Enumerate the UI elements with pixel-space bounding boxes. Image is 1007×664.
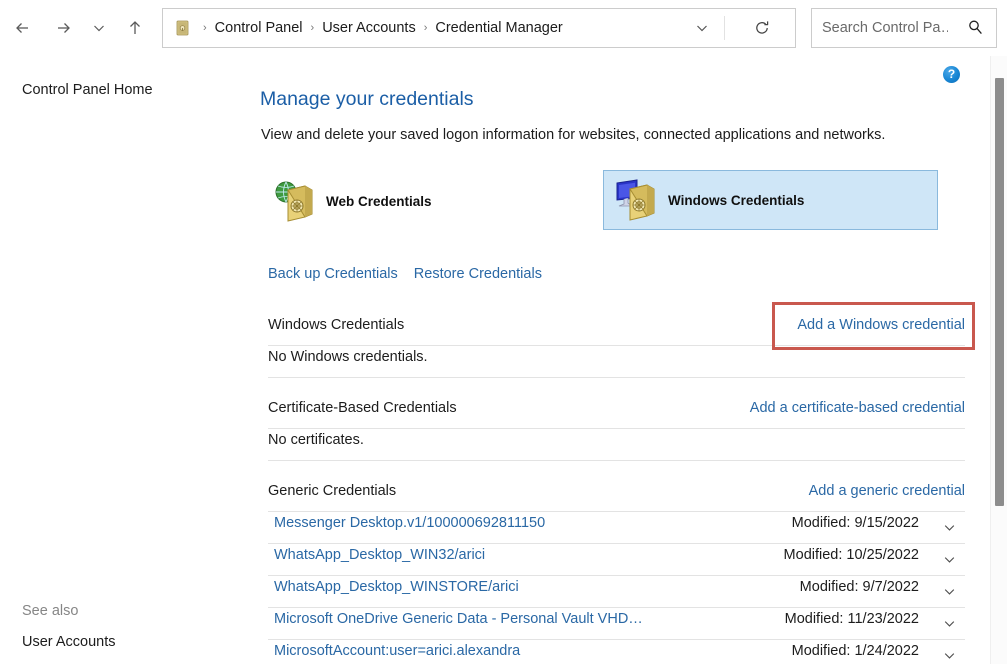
window-toolbar: › Control Panel › User Accounts › Creden… <box>0 0 1007 56</box>
section-windows-credentials-header: Windows Credentials Add a Windows creden… <box>268 317 965 346</box>
search-icon[interactable] <box>967 19 984 41</box>
restore-credentials-link[interactable]: Restore Credentials <box>414 266 542 282</box>
credential-modified: Modified: 10/25/2022 <box>784 547 919 563</box>
credential-modified-date: 11/23/2022 <box>848 611 920 627</box>
breadcrumb-separator: › <box>198 22 212 34</box>
chevron-down-icon[interactable] <box>939 581 959 601</box>
chevron-down-icon[interactable] <box>939 549 959 569</box>
credential-modified-date: 10/25/2022 <box>846 547 919 563</box>
refresh-button[interactable] <box>743 9 781 47</box>
add-a-windows-credential-link[interactable]: Add a Windows credential <box>797 317 965 333</box>
credential-modified: Modified: 9/7/2022 <box>800 579 919 595</box>
tab-web-credentials[interactable]: Web Credentials <box>262 171 552 231</box>
recent-locations-button[interactable] <box>86 11 112 45</box>
up-one-level-button[interactable] <box>118 11 152 45</box>
breadcrumb-separator: › <box>306 22 320 34</box>
sidebar-item-control-panel-home[interactable]: Control Panel Home <box>22 82 153 98</box>
search-input[interactable] <box>822 16 948 40</box>
refresh-icon <box>753 19 771 37</box>
credential-modified: Modified: 1/24/2022 <box>792 643 919 659</box>
forward-button[interactable] <box>46 11 80 45</box>
sidebar-item-user-accounts[interactable]: User Accounts <box>22 634 116 650</box>
credential-modified: Modified: 9/15/2022 <box>792 515 919 531</box>
breadcrumb-item-user-accounts[interactable]: User Accounts <box>319 18 419 38</box>
arrow-right-icon <box>53 18 73 38</box>
credential-name[interactable]: WhatsApp_Desktop_WINSTORE/arici <box>274 579 519 595</box>
credential-name[interactable]: WhatsApp_Desktop_WIN32/arici <box>274 547 485 563</box>
sidebar-see-also-heading: See also <box>22 603 78 619</box>
section-divider <box>268 345 965 346</box>
tab-web-credentials-label: Web Credentials <box>326 194 432 209</box>
tab-windows-credentials[interactable]: Windows Credentials <box>603 170 938 230</box>
credential-modified-label: Modified: <box>784 547 843 563</box>
section-title-certificate-based-credentials: Certificate-Based Credentials <box>268 400 457 416</box>
add-a-generic-credential-link[interactable]: Add a generic credential <box>809 483 965 499</box>
monitor-vault-icon <box>614 177 662 223</box>
back-button[interactable] <box>6 11 40 45</box>
credential-modified-label: Modified: <box>792 515 851 531</box>
address-dropdown-button[interactable] <box>685 9 719 47</box>
section-divider <box>268 460 965 461</box>
section-divider <box>268 377 965 378</box>
section-certificate-based-credentials-header: Certificate-Based Credentials Add a cert… <box>268 400 965 429</box>
scrollbar-thumb[interactable] <box>995 78 1004 506</box>
credential-modified-date: 9/15/2022 <box>854 515 919 531</box>
breadcrumb: › Control Panel › User Accounts › Creden… <box>198 18 566 38</box>
main-content: ? Manage your credentials View and delet… <box>240 56 985 664</box>
back-up-credentials-link[interactable]: Back up Credentials <box>268 266 398 282</box>
chevron-down-icon <box>92 21 106 35</box>
section-title-generic-credentials: Generic Credentials <box>268 483 396 499</box>
credential-modified: Modified: 11/23/2022 <box>785 611 919 627</box>
sidebar: Control Panel Home See also User Account… <box>0 56 240 664</box>
address-bar[interactable]: › Control Panel › User Accounts › Creden… <box>162 8 796 48</box>
section-title-windows-credentials: Windows Credentials <box>268 317 404 333</box>
table-row[interactable]: Messenger Desktop.v1/100000692811150 Mod… <box>268 511 965 543</box>
windows-credentials-empty-text: No Windows credentials. <box>268 349 428 365</box>
search-box[interactable] <box>811 8 997 48</box>
credential-modified-label: Modified: <box>800 579 859 595</box>
credential-name[interactable]: MicrosoftAccount:user=arici.alexandra <box>274 643 520 659</box>
breadcrumb-item-credential-manager[interactable]: Credential Manager <box>432 18 565 38</box>
arrow-left-icon <box>13 18 33 38</box>
chevron-down-icon[interactable] <box>939 645 959 664</box>
help-icon[interactable]: ? <box>943 66 960 83</box>
chevron-down-icon[interactable] <box>939 613 959 633</box>
section-generic-credentials-header: Generic Credentials Add a generic creden… <box>268 483 965 512</box>
chevron-down-icon <box>695 21 709 35</box>
address-divider <box>724 16 725 40</box>
certificates-empty-text: No certificates. <box>268 432 364 448</box>
credential-name[interactable]: Messenger Desktop.v1/100000692811150 <box>274 515 545 531</box>
globe-vault-icon <box>272 178 320 224</box>
credential-name[interactable]: Microsoft OneDrive Generic Data - Person… <box>274 611 643 627</box>
add-a-certificate-based-credential-link[interactable]: Add a certificate-based credential <box>750 400 965 416</box>
breadcrumb-separator: › <box>419 22 433 34</box>
arrow-up-icon <box>125 18 145 38</box>
credential-action-links: Back up Credentials Restore Credentials <box>268 266 542 282</box>
page-title: Manage your credentials <box>260 88 474 111</box>
breadcrumb-item-control-panel[interactable]: Control Panel <box>212 18 306 38</box>
section-divider <box>268 428 965 429</box>
credential-modified-label: Modified: <box>785 611 844 627</box>
table-row[interactable]: WhatsApp_Desktop_WINSTORE/arici Modified… <box>268 575 965 607</box>
table-row[interactable]: MicrosoftAccount:user=arici.alexandra Mo… <box>268 639 965 664</box>
chevron-down-icon[interactable] <box>939 517 959 537</box>
credential-modified-date: 1/24/2022 <box>854 643 919 659</box>
credential-manager-icon <box>174 19 192 37</box>
vertical-scrollbar[interactable] <box>990 56 1007 664</box>
tab-windows-credentials-label: Windows Credentials <box>668 193 804 208</box>
table-row[interactable]: WhatsApp_Desktop_WIN32/arici Modified: 1… <box>268 543 965 575</box>
credential-modified-date: 9/7/2022 <box>863 579 919 595</box>
credential-modified-label: Modified: <box>792 643 851 659</box>
page-subtitle: View and delete your saved logon informa… <box>261 127 885 143</box>
table-row[interactable]: Microsoft OneDrive Generic Data - Person… <box>268 607 965 639</box>
